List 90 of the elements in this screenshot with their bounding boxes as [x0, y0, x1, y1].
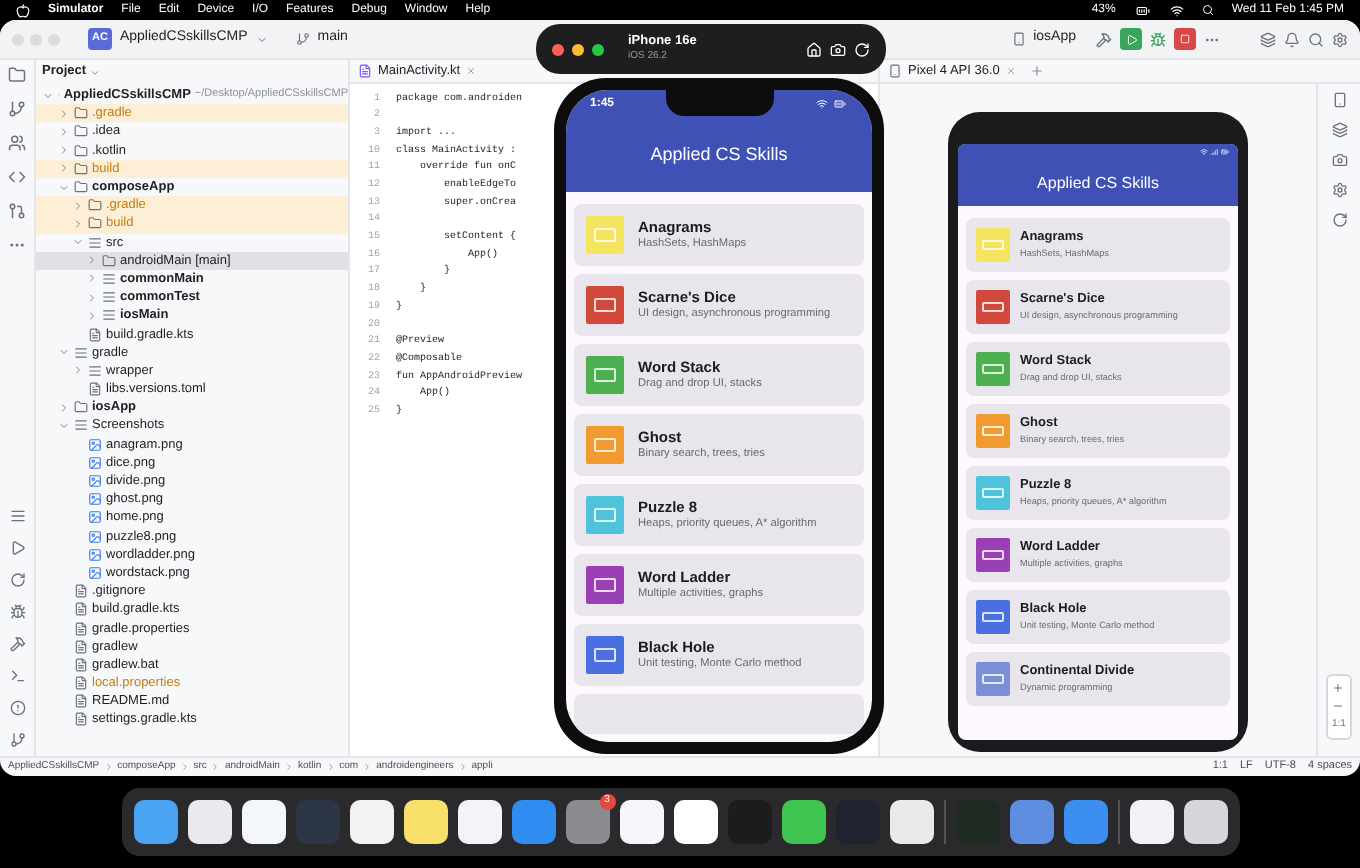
folder-icon [74, 400, 88, 415]
apple-logo-icon[interactable] [16, 3, 30, 17]
app-title: Applied CS Skills [650, 141, 788, 168]
separator-icon [210, 762, 221, 772]
folder-icon [102, 253, 116, 268]
branch-icon [295, 32, 310, 46]
list-folder-icon [88, 363, 102, 378]
layers-icon[interactable] [1260, 31, 1276, 47]
device-icon[interactable] [1331, 92, 1347, 108]
branch-icon[interactable] [9, 732, 25, 748]
list-folder-icon [74, 345, 88, 360]
image-file-icon [88, 547, 102, 562]
file-icon [74, 639, 88, 654]
separator-icon [103, 762, 114, 772]
run-icon[interactable] [9, 540, 25, 556]
notch [665, 90, 773, 116]
folder-icon [88, 198, 102, 213]
device-icon [1011, 32, 1026, 46]
separator-icon [325, 762, 336, 772]
code-icon[interactable] [8, 168, 26, 186]
hammer-icon[interactable] [1096, 31, 1112, 47]
folder-icon [74, 161, 88, 176]
image-file-icon [88, 455, 102, 470]
settings-icon[interactable] [1332, 31, 1348, 47]
commit-icon[interactable] [8, 100, 26, 118]
bug-icon[interactable] [9, 604, 25, 620]
run-button[interactable] [1120, 28, 1142, 50]
file-icon [74, 676, 88, 691]
separator-icon [362, 762, 373, 772]
folder-icon [74, 180, 88, 195]
folder-icon [88, 216, 102, 231]
stop-button[interactable] [1174, 28, 1196, 50]
dropdown-caret-icon [90, 67, 101, 77]
image-file-icon [88, 492, 102, 507]
separator-icon [457, 762, 468, 772]
battery-icon [1220, 148, 1230, 156]
image-file-icon [88, 510, 102, 525]
list-folder-icon [102, 290, 116, 305]
separator-icon [179, 762, 190, 772]
home-icon[interactable] [806, 41, 822, 57]
layers-icon[interactable] [1331, 122, 1347, 138]
bell-icon[interactable] [1284, 31, 1300, 47]
folder-icon [74, 124, 88, 139]
separator-icon [283, 762, 294, 772]
file-icon [88, 382, 102, 397]
pull-request-icon[interactable] [8, 202, 26, 220]
camera-icon[interactable] [1331, 152, 1347, 168]
people-icon[interactable] [8, 134, 26, 152]
file-icon [74, 657, 88, 672]
image-file-icon [88, 529, 102, 544]
device-icon [888, 64, 902, 78]
list-icon[interactable] [9, 508, 25, 524]
battery-icon [1133, 3, 1152, 17]
folder-icon[interactable] [8, 66, 26, 84]
signal-icon [1210, 148, 1218, 156]
file-icon [74, 694, 88, 709]
battery-icon [832, 98, 848, 110]
terminal-icon[interactable] [9, 668, 25, 684]
hammer-icon[interactable] [9, 636, 25, 652]
file-icon [74, 621, 88, 636]
file-icon [74, 712, 88, 727]
minimize-window-icon[interactable] [572, 43, 584, 55]
image-file-icon [88, 474, 102, 489]
wifi-icon [1200, 148, 1208, 156]
image-file-icon [88, 437, 102, 452]
close-window-icon[interactable] [552, 43, 564, 55]
refresh-icon[interactable] [9, 572, 25, 588]
stop-icon [1180, 34, 1190, 44]
image-file-icon [88, 565, 102, 580]
list-folder-icon [74, 418, 88, 433]
wifi-icon [1169, 3, 1184, 17]
wifi-icon [816, 98, 828, 110]
alert-icon[interactable] [9, 700, 25, 716]
dropdown-caret-icon [255, 33, 268, 45]
file-icon [74, 584, 88, 599]
kotlin-file-icon [358, 64, 372, 78]
app-title: Applied CS Skills [1037, 171, 1159, 195]
zoom-window-icon[interactable] [592, 43, 604, 55]
settings-icon[interactable] [1331, 182, 1347, 198]
zoom-in-icon[interactable] [1332, 681, 1345, 693]
play-icon [1125, 33, 1137, 45]
list-folder-icon [88, 235, 102, 250]
file-icon [88, 327, 102, 342]
screenshot-icon[interactable] [830, 41, 846, 57]
list-folder-icon [102, 271, 116, 286]
file-icon [74, 602, 88, 617]
list-folder-icon [102, 308, 116, 323]
bug-icon[interactable] [1150, 31, 1166, 47]
folder-icon [74, 106, 88, 121]
folder-icon [74, 143, 88, 158]
